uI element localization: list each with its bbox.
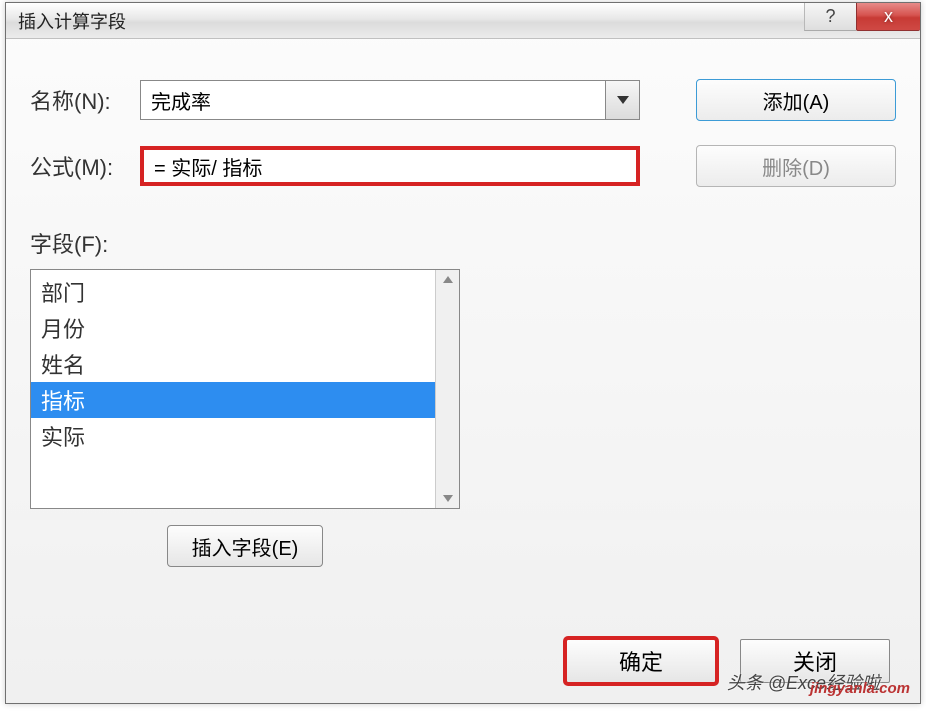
name-combobox[interactable] [140, 80, 640, 120]
list-item[interactable]: 实际 [31, 418, 435, 454]
list-item[interactable]: 部门 [31, 274, 435, 310]
insert-field-button[interactable]: 插入字段(E) [167, 525, 324, 567]
help-icon: ? [825, 6, 835, 27]
formula-label: 公式(M): [30, 150, 140, 182]
ok-button[interactable]: 确定 [566, 639, 716, 683]
listbox-scrollbar[interactable] [435, 270, 459, 508]
name-label: 名称(N): [30, 84, 140, 116]
delete-button: 删除(D) [696, 145, 896, 187]
scroll-up-icon [443, 276, 453, 283]
formula-input-highlight [140, 146, 640, 186]
dialog-title: 插入计算字段 [18, 8, 126, 34]
chevron-down-icon [617, 96, 629, 104]
list-item[interactable]: 指标 [31, 382, 435, 418]
scroll-down-icon [443, 495, 453, 502]
titlebar[interactable]: 插入计算字段 ? x [6, 3, 920, 39]
name-input[interactable] [141, 81, 605, 119]
help-button[interactable]: ? [804, 3, 856, 31]
window-close-button[interactable]: x [856, 3, 920, 31]
list-item[interactable]: 姓名 [31, 346, 435, 382]
close-icon: x [884, 6, 893, 27]
insert-calculated-field-dialog: 插入计算字段 ? x 名称(N): 添加(A) 公式(M): [5, 2, 921, 704]
close-button[interactable]: 关闭 [740, 639, 890, 683]
fields-listbox[interactable]: 部门月份姓名指标实际 [30, 269, 460, 509]
add-button[interactable]: 添加(A) [696, 79, 896, 121]
name-dropdown-button[interactable] [605, 81, 639, 119]
fields-label: 字段(F): [30, 227, 896, 259]
list-item[interactable]: 月份 [31, 310, 435, 346]
formula-input[interactable] [144, 150, 636, 182]
